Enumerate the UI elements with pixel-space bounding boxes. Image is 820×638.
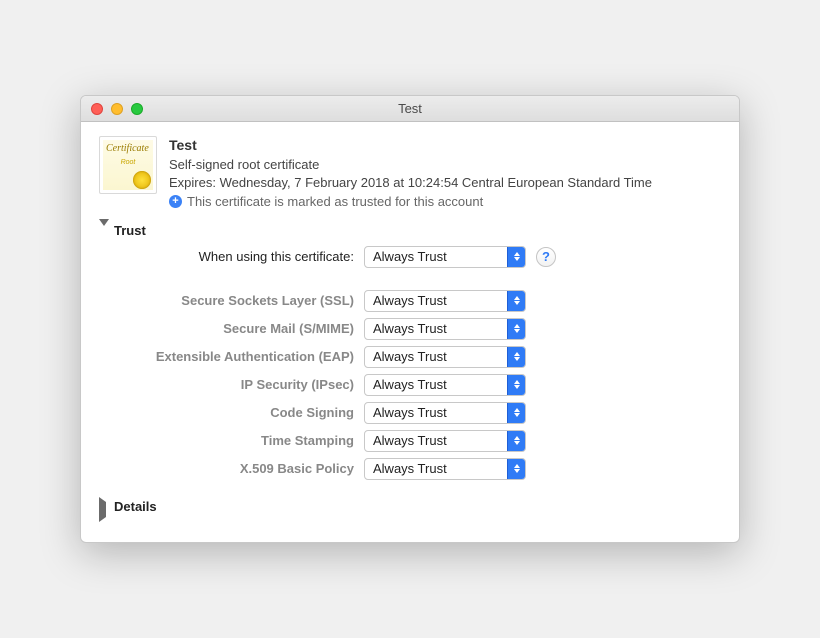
trust-row-select-smime[interactable]: Always Trust: [364, 318, 526, 340]
stepper-arrows-icon: [507, 347, 525, 367]
stepper-arrows-icon: [507, 319, 525, 339]
trust-row-value: Always Trust: [373, 293, 447, 308]
trust-section: Trust When using this certificate: Alway…: [99, 223, 721, 480]
trust-row-value: Always Trust: [373, 321, 447, 336]
trust-row-value: Always Trust: [373, 349, 447, 364]
trust-row-label: IP Security (IPsec): [99, 377, 354, 392]
certificate-icon-label: Certificate: [106, 143, 149, 154]
stepper-arrows-icon: [507, 375, 525, 395]
trust-row-label: Secure Sockets Layer (SSL): [99, 293, 354, 308]
certificate-window: Test Certificate Root Test Self-signed r…: [80, 95, 740, 543]
seal-icon: [133, 171, 151, 189]
trusted-status: + This certificate is marked as trusted …: [169, 193, 721, 211]
titlebar[interactable]: Test: [81, 96, 739, 122]
stepper-arrows-icon: [507, 403, 525, 423]
when-using-label: When using this certificate:: [99, 249, 354, 264]
trust-row-select-timestamp[interactable]: Always Trust: [364, 430, 526, 452]
trust-row-value: Always Trust: [373, 461, 447, 476]
trust-row-select-ipsec[interactable]: Always Trust: [364, 374, 526, 396]
trust-row-label: X.509 Basic Policy: [99, 461, 354, 476]
minimize-button[interactable]: [111, 103, 123, 115]
traffic-lights: [91, 103, 143, 115]
trust-row-value: Always Trust: [373, 433, 447, 448]
certificate-header: Certificate Root Test Self-signed root c…: [99, 136, 721, 211]
window-title: Test: [81, 101, 739, 116]
chevron-down-icon: [99, 226, 108, 235]
trust-settings: When using this certificate: Always Trus…: [99, 246, 721, 480]
certificate-icon-sublabel: Root: [100, 159, 156, 166]
trust-row-select-x509[interactable]: Always Trust: [364, 458, 526, 480]
certificate-name: Test: [169, 136, 721, 155]
trust-disclosure[interactable]: Trust: [99, 223, 721, 238]
details-disclosure[interactable]: Details: [99, 499, 721, 514]
certificate-icon: Certificate Root: [99, 136, 157, 194]
trust-row-value: Always Trust: [373, 377, 447, 392]
trust-row-select-eap[interactable]: Always Trust: [364, 346, 526, 368]
trust-row-label: Time Stamping: [99, 433, 354, 448]
close-button[interactable]: [91, 103, 103, 115]
plus-icon: +: [169, 195, 182, 208]
trusted-status-text: This certificate is marked as trusted fo…: [187, 193, 483, 211]
spacer: [99, 274, 721, 284]
trust-row-select-codesign[interactable]: Always Trust: [364, 402, 526, 424]
stepper-arrows-icon: [507, 291, 525, 311]
certificate-subtitle: Self-signed root certificate: [169, 156, 721, 174]
when-using-value: Always Trust: [373, 249, 447, 264]
details-section-title: Details: [114, 499, 157, 514]
certificate-expires: Expires: Wednesday, 7 February 2018 at 1…: [169, 174, 721, 192]
trust-row-label: Extensible Authentication (EAP): [99, 349, 354, 364]
when-using-select[interactable]: Always Trust: [364, 246, 526, 268]
help-button[interactable]: ?: [536, 247, 556, 267]
window-content: Certificate Root Test Self-signed root c…: [81, 122, 739, 542]
stepper-arrows-icon: [507, 459, 525, 479]
stepper-arrows-icon: [507, 431, 525, 451]
trust-row-value: Always Trust: [373, 405, 447, 420]
help-icon: ?: [542, 249, 550, 264]
stepper-arrows-icon: [507, 247, 525, 267]
details-section: Details: [99, 498, 721, 534]
trust-row-select-ssl[interactable]: Always Trust: [364, 290, 526, 312]
chevron-right-icon: [99, 502, 108, 511]
trust-row-label: Secure Mail (S/MIME): [99, 321, 354, 336]
certificate-info: Test Self-signed root certificate Expire…: [169, 136, 721, 211]
trust-row-label: Code Signing: [99, 405, 354, 420]
trust-section-title: Trust: [114, 223, 146, 238]
zoom-button[interactable]: [131, 103, 143, 115]
